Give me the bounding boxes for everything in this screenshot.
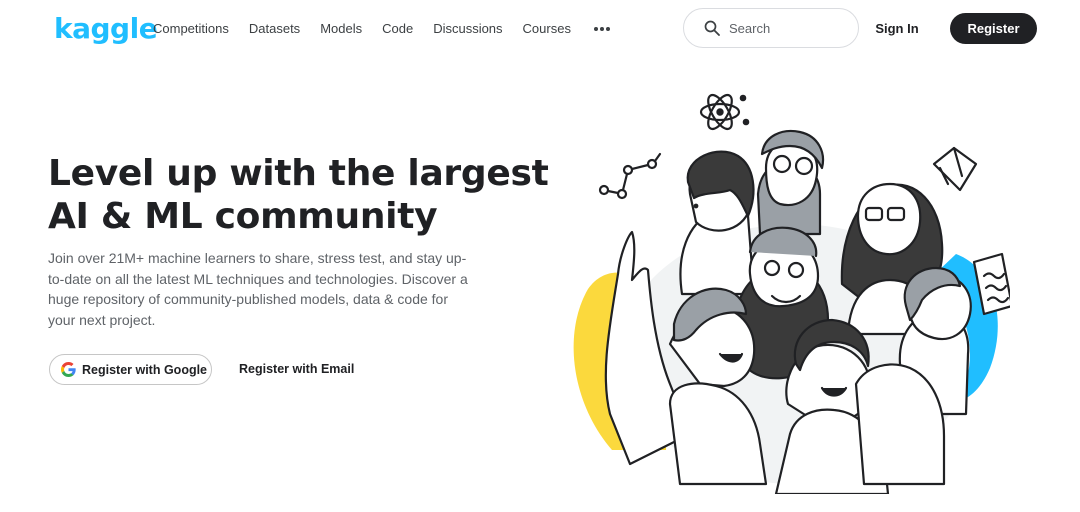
- kaggle-logo[interactable]: kaggle: [54, 10, 158, 48]
- main-nav: Competitions Datasets Models Code Discus…: [153, 20, 610, 38]
- register-with-google-button[interactable]: Register with Google: [49, 354, 212, 385]
- nav-item-courses[interactable]: Courses: [523, 20, 571, 38]
- molecule-icon: [598, 152, 662, 200]
- atom-icon: [699, 93, 750, 131]
- nav-item-datasets[interactable]: Datasets: [249, 20, 300, 38]
- nav-item-models[interactable]: Models: [320, 20, 362, 38]
- nav-item-competitions[interactable]: Competitions: [153, 20, 229, 38]
- search-icon: [704, 20, 720, 36]
- search-input[interactable]: [729, 20, 839, 36]
- person-curly-glasses: [756, 129, 825, 236]
- register-with-email-button[interactable]: Register with Email: [228, 354, 365, 385]
- register-button[interactable]: Register: [950, 13, 1037, 44]
- person-dark-hair: [679, 150, 756, 296]
- book-icon: [932, 146, 978, 192]
- nav-item-discussions[interactable]: Discussions: [433, 20, 502, 38]
- more-horizontal-icon[interactable]: [593, 20, 610, 38]
- search-box[interactable]: [683, 8, 859, 48]
- hero-headline: Level up with the largest AI & ML commun…: [48, 153, 549, 237]
- community-illustration: [573, 93, 1010, 494]
- google-g-icon: [61, 362, 76, 377]
- nav-item-code[interactable]: Code: [382, 20, 413, 38]
- register-with-google-label: Register with Google: [82, 362, 208, 377]
- sign-in-button[interactable]: Sign In: [862, 14, 932, 42]
- hero-description: Join over 21M+ machine learners to share…: [48, 250, 468, 328]
- top-navigation-bar: kaggle Competitions Datasets Models Code…: [0, 0, 1080, 58]
